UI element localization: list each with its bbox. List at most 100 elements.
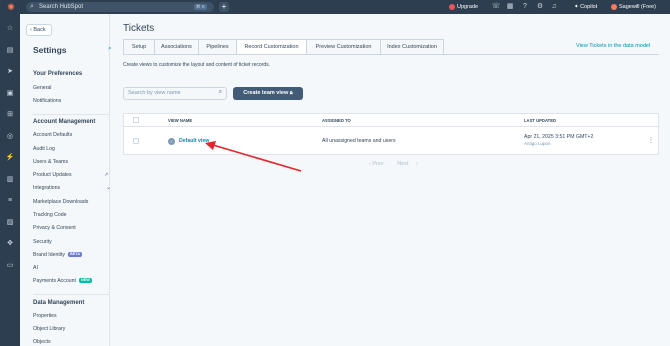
avatar xyxy=(611,3,617,10)
row-checkbox[interactable] xyxy=(133,138,139,144)
sidebar-item-notifications[interactable]: Notifications xyxy=(33,98,61,105)
collapse-icon[interactable]: ✥ xyxy=(5,239,15,249)
settings-title: Settings xyxy=(33,45,67,55)
sidebar-item-properties[interactable]: Properties xyxy=(33,313,57,320)
page-description: Create views to customize the layout and… xyxy=(123,62,271,68)
divider xyxy=(33,294,109,295)
help-icon[interactable]: ? xyxy=(520,2,530,12)
data-icon[interactable]: ≡ xyxy=(5,196,15,206)
upgrade-label: Upgrade xyxy=(457,4,479,10)
new-badge: NEW xyxy=(78,278,92,284)
last-updated-by: Antigo Lupon xyxy=(524,141,551,146)
sidebar-item-account-defaults[interactable]: Account Defaults xyxy=(33,132,72,139)
section-heading-preferences: Your Preferences xyxy=(33,71,83,77)
search-icon: ⌕ xyxy=(30,3,34,10)
tabs-underline xyxy=(123,54,659,55)
create-team-view-button[interactable]: Create team view 🔒︎ xyxy=(233,87,303,100)
settings-tabs: Setup Associations Pipelines Record Cust… xyxy=(123,39,444,55)
account-name: Sagewill (Free) xyxy=(619,4,656,10)
sidebar-item-marketplace-downloads[interactable]: Marketplace Downloads xyxy=(33,199,88,206)
default-view-icon: ✓ xyxy=(168,138,175,145)
sidebar-item-integrations[interactable]: Integrations xyxy=(33,185,60,192)
upgrade-icon xyxy=(449,3,455,10)
bookmark-icon[interactable]: ☆ xyxy=(5,24,15,34)
tab-index-customization[interactable]: Index Customization xyxy=(380,39,444,55)
commerce-icon[interactable]: ▭ xyxy=(5,261,15,271)
main-content: Tickets Setup Associations Pipelines Rec… xyxy=(111,14,670,346)
marketplace-icon[interactable]: ▦ xyxy=(505,2,515,12)
sidebar-item-privacy-consent[interactable]: Privacy & Consent xyxy=(33,225,76,232)
service-icon[interactable]: ◎ xyxy=(5,132,15,142)
table-header: VIEW NAME ASSIGNED TO LAST UPDATED xyxy=(124,114,660,127)
sidebar-item-object-library[interactable]: Object Library xyxy=(33,326,65,333)
create-plus-button[interactable]: + xyxy=(219,2,229,12)
tab-preview-customization[interactable]: Preview Customization xyxy=(306,39,380,55)
back-button[interactable]: ‹ Back xyxy=(26,24,52,36)
column-header-last-updated[interactable]: LAST UPDATED xyxy=(524,118,556,123)
default-view-link[interactable]: Default view xyxy=(179,138,209,144)
automation-icon[interactable]: ⚡ xyxy=(5,153,15,163)
prev-page-button[interactable]: ‹ Prev xyxy=(369,161,390,167)
sidebar-item-users-teams[interactable]: Users & Teams xyxy=(33,159,68,166)
global-search-input[interactable]: ⌕ Search HubSpot ⌘ K xyxy=(26,2,214,12)
last-updated-value: Apr 21, 2025 3:51 PM GMT+2 xyxy=(524,134,594,140)
sidebar-item-tracking-code[interactable]: Tracking Code xyxy=(33,212,67,219)
reporting-icon[interactable]: ▥ xyxy=(5,175,15,185)
next-page-button[interactable]: Next › xyxy=(397,161,418,167)
lock-icon: 🔒︎ xyxy=(289,90,293,96)
view-search-placeholder: Search by view name xyxy=(128,90,181,96)
sidebar-item-general[interactable]: General xyxy=(33,85,51,92)
external-link-icon: ↗ xyxy=(104,172,109,178)
data-model-link[interactable]: View Tickets in the data model xyxy=(576,43,650,49)
prev-label: Prev xyxy=(372,161,384,167)
beta-badge: BETA xyxy=(68,252,83,258)
tab-record-customization[interactable]: Record Customization xyxy=(236,39,306,55)
sidebar-item-ai[interactable]: AI xyxy=(33,265,38,272)
sidebar-item-brand-identity[interactable]: Brand Identity BETA xyxy=(33,252,83,259)
content-icon[interactable]: ▣ xyxy=(5,89,15,99)
payments-account-label: Payments Account xyxy=(33,278,76,284)
views-table: VIEW NAME ASSIGNED TO LAST UPDATED ✓ Def… xyxy=(123,113,660,155)
sidebar-item-audit-log[interactable]: Audit Log xyxy=(33,146,55,153)
sidebar-item-objects[interactable]: Objects xyxy=(33,339,51,346)
library-icon[interactable]: ▨ xyxy=(5,218,15,228)
search-shortcut-hint: ⌘ K xyxy=(194,4,207,10)
assigned-to-value: All unassigned teams and users xyxy=(322,138,396,144)
sidebar-item-security[interactable]: Security xyxy=(33,239,52,246)
sidebar-item-product-updates[interactable]: Product Updates xyxy=(33,172,72,179)
upgrade-button[interactable]: Upgrade xyxy=(449,2,478,12)
main-nav-rail: ☆ ▤ ➤ ▣ ⊞ ◎ ⚡ ▥ ≡ ▨ ✥ ▭ xyxy=(0,14,20,346)
pagination: ‹ Prev Next › xyxy=(369,161,424,167)
contacts-icon[interactable]: ▤ xyxy=(5,46,15,56)
account-menu[interactable]: Sagewill (Free) xyxy=(611,2,656,12)
sidebar-item-payments-account[interactable]: Payments Account NEW xyxy=(33,278,92,285)
phone-icon[interactable]: ☏ xyxy=(491,2,501,12)
section-heading-account-management: Account Management xyxy=(33,119,96,125)
view-search-input[interactable]: Search by view name ⌕ xyxy=(123,87,227,100)
copilot-label: Copilot xyxy=(580,4,598,10)
tab-associations[interactable]: Associations xyxy=(154,39,198,55)
brand-identity-label: Brand Identity xyxy=(33,252,66,258)
marketing-icon[interactable]: ➤ xyxy=(5,67,15,77)
create-team-view-label: Create team view xyxy=(243,90,289,96)
top-navigation-bar: ✺ ⌕ Search HubSpot ⌘ K + Upgrade ☏ ▦ ? ⚙… xyxy=(0,0,670,14)
select-all-checkbox[interactable] xyxy=(133,117,139,123)
settings-icon[interactable]: ⚙ xyxy=(535,2,545,12)
column-header-assigned-to[interactable]: ASSIGNED TO xyxy=(322,118,351,123)
global-search-placeholder: Search HubSpot xyxy=(39,4,84,10)
sales-icon[interactable]: ⊞ xyxy=(5,110,15,120)
section-heading-data-management: Data Management xyxy=(33,300,85,306)
back-label: Back xyxy=(33,27,46,33)
tab-pipelines[interactable]: Pipelines xyxy=(198,39,236,55)
next-label: Next xyxy=(397,161,409,167)
hubspot-logo-icon[interactable]: ✺ xyxy=(6,2,16,12)
settings-sidebar: ‹ Back Settings ⌕ Your Preferences Gener… xyxy=(20,14,112,346)
bell-icon[interactable]: ♫ xyxy=(549,2,559,12)
kebab-icon[interactable]: ⋮ xyxy=(648,137,654,144)
page-title: Tickets xyxy=(123,23,155,34)
copilot-button[interactable]: ✦ Copilot xyxy=(574,2,597,12)
divider xyxy=(33,114,109,115)
tab-setup[interactable]: Setup xyxy=(123,39,154,55)
column-header-view-name[interactable]: VIEW NAME xyxy=(168,118,192,123)
search-icon: ⌕ xyxy=(218,89,222,95)
